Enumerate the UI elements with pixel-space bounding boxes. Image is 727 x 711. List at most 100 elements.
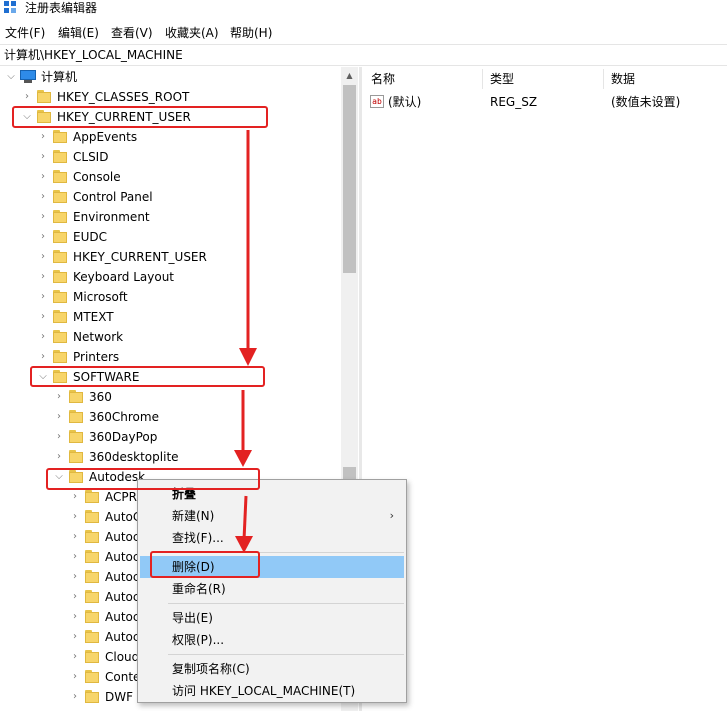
menu-item-collapse[interactable]: 折叠 xyxy=(140,483,404,505)
folder-icon xyxy=(69,410,83,423)
folder-icon xyxy=(53,330,67,343)
tree-item[interactable]: › Control Panel xyxy=(0,187,341,207)
chevron-right-icon[interactable]: › xyxy=(70,511,80,523)
chevron-right-icon[interactable]: › xyxy=(54,391,64,403)
address-path[interactable]: 计算机\HKEY_LOCAL_MACHINE xyxy=(4,45,183,65)
column-divider[interactable] xyxy=(482,69,483,89)
column-header-data[interactable]: 数据 xyxy=(611,67,635,91)
chevron-right-icon[interactable]: › xyxy=(38,131,48,143)
tree-item[interactable]: › 360Chrome xyxy=(0,407,341,427)
tree-item-label: DWF xyxy=(105,690,134,704)
chevron-right-icon[interactable]: › xyxy=(70,671,80,683)
menu-edit[interactable]: 编辑(E) xyxy=(58,23,99,43)
folder-icon xyxy=(85,550,99,563)
menu-item-new[interactable]: 新建(N) › xyxy=(140,505,404,527)
chevron-right-icon[interactable]: › xyxy=(70,491,80,503)
folder-icon xyxy=(85,590,99,603)
tree-item-label: HKEY_CLASSES_ROOT xyxy=(57,90,190,104)
string-value-icon: ab xyxy=(370,95,384,108)
folder-icon xyxy=(37,90,51,103)
tree-item[interactable]: › HKEY_CURRENT_USER xyxy=(0,247,341,267)
menu-item-permissions[interactable]: 权限(P)... xyxy=(140,629,404,651)
chevron-right-icon[interactable]: › xyxy=(70,531,80,543)
chevron-right-icon[interactable]: › xyxy=(70,551,80,563)
chevron-right-icon[interactable]: › xyxy=(70,591,80,603)
folder-icon xyxy=(69,470,83,483)
tree-item-label: Cloud xyxy=(105,650,140,664)
menu-item-label: 权限(P)... xyxy=(172,633,225,647)
menu-item-export[interactable]: 导出(E) xyxy=(140,607,404,629)
chevron-right-icon[interactable]: › xyxy=(70,651,80,663)
chevron-right-icon[interactable]: › xyxy=(70,631,80,643)
chevron-down-icon[interactable]: ⌵ xyxy=(38,371,48,383)
menu-view[interactable]: 查看(V) xyxy=(111,23,153,43)
tree-item[interactable]: › 360desktoplite xyxy=(0,447,341,467)
chevron-right-icon[interactable]: › xyxy=(38,331,48,343)
tree-item[interactable]: › Keyboard Layout xyxy=(0,267,341,287)
tree-item-label: 计算机 xyxy=(41,70,78,84)
menu-item-find[interactable]: 查找(F)... xyxy=(140,527,404,549)
menu-item-copy-key-name[interactable]: 复制项名称(C) xyxy=(140,658,404,680)
tree-root-computer[interactable]: ⌵ 计算机 xyxy=(0,67,341,87)
chevron-right-icon[interactable]: › xyxy=(38,351,48,363)
column-header-type[interactable]: 类型 xyxy=(490,67,514,91)
tree-item[interactable]: › 360DayPop xyxy=(0,427,341,447)
menu-item-delete[interactable]: 删除(D) xyxy=(140,556,404,578)
chevron-right-icon[interactable]: › xyxy=(38,191,48,203)
tree-item[interactable]: › Microsoft xyxy=(0,287,341,307)
tree-item[interactable]: › AppEvents xyxy=(0,127,341,147)
tree-item-label: Autoc xyxy=(105,530,140,544)
chevron-right-icon[interactable]: › xyxy=(38,291,48,303)
list-item[interactable]: ab (默认) REG_SZ (数值未设置) xyxy=(362,92,727,112)
chevron-right-icon[interactable]: › xyxy=(38,151,48,163)
menu-favorites[interactable]: 收藏夹(A) xyxy=(165,23,219,43)
tree-item-label: Microsoft xyxy=(73,290,128,304)
chevron-right-icon[interactable]: › xyxy=(70,691,80,703)
tree-item[interactable]: ⌵ SOFTWARE xyxy=(0,367,341,387)
chevron-right-icon[interactable]: › xyxy=(54,451,64,463)
tree-item-label: Environment xyxy=(73,210,150,224)
chevron-right-icon[interactable]: › xyxy=(54,431,64,443)
chevron-right-icon[interactable]: › xyxy=(38,231,48,243)
folder-icon xyxy=(53,130,67,143)
chevron-right-icon[interactable]: › xyxy=(70,611,80,623)
chevron-right-icon[interactable]: › xyxy=(38,211,48,223)
chevron-down-icon[interactable]: ⌵ xyxy=(6,71,16,83)
chevron-right-icon[interactable]: › xyxy=(70,571,80,583)
chevron-right-icon[interactable]: › xyxy=(54,411,64,423)
tree-item-label: Printers xyxy=(73,350,120,364)
chevron-right-icon[interactable]: › xyxy=(38,171,48,183)
menu-item-goto-hklm[interactable]: 访问 HKEY_LOCAL_MACHINE(T) xyxy=(140,680,404,702)
menu-file[interactable]: 文件(F) xyxy=(5,23,45,43)
column-header-name[interactable]: 名称 xyxy=(371,67,395,91)
address-bar[interactable]: 计算机\HKEY_LOCAL_MACHINE xyxy=(0,44,727,66)
folder-icon xyxy=(37,110,51,123)
scroll-up-icon[interactable]: ▲ xyxy=(341,67,358,84)
chevron-right-icon[interactable]: › xyxy=(38,251,48,263)
list-header: 名称 类型 数据 xyxy=(362,67,727,91)
column-divider[interactable] xyxy=(603,69,604,89)
tree-item[interactable]: ⌵ HKEY_CURRENT_USER xyxy=(0,107,341,127)
chevron-down-icon[interactable]: ⌵ xyxy=(22,111,32,123)
folder-icon xyxy=(53,370,67,383)
values-list: 名称 类型 数据 ab (默认) REG_SZ (数值未设置) xyxy=(362,67,727,711)
tree-item[interactable]: › HKEY_CLASSES_ROOT xyxy=(0,87,341,107)
tree-item[interactable]: › Network xyxy=(0,327,341,347)
menu-item-rename[interactable]: 重命名(R) xyxy=(140,578,404,600)
tree-item-label: Keyboard Layout xyxy=(73,270,175,284)
chevron-down-icon[interactable]: ⌵ xyxy=(54,471,64,483)
chevron-right-icon[interactable]: › xyxy=(38,311,48,323)
tree-item[interactable]: › Printers xyxy=(0,347,341,367)
scrollbar-thumb[interactable] xyxy=(343,85,356,273)
tree-item[interactable]: › CLSID xyxy=(0,147,341,167)
tree-item[interactable]: › 360 xyxy=(0,387,341,407)
tree-item[interactable]: › EUDC xyxy=(0,227,341,247)
menu-help[interactable]: 帮助(H) xyxy=(230,23,272,43)
chevron-right-icon[interactable]: › xyxy=(22,91,32,103)
tree-item[interactable]: › Environment xyxy=(0,207,341,227)
folder-icon xyxy=(53,150,67,163)
tree-item[interactable]: › MTEXT xyxy=(0,307,341,327)
tree-item[interactable]: › Console xyxy=(0,167,341,187)
value-name: (默认) xyxy=(388,95,422,109)
chevron-right-icon[interactable]: › xyxy=(38,271,48,283)
